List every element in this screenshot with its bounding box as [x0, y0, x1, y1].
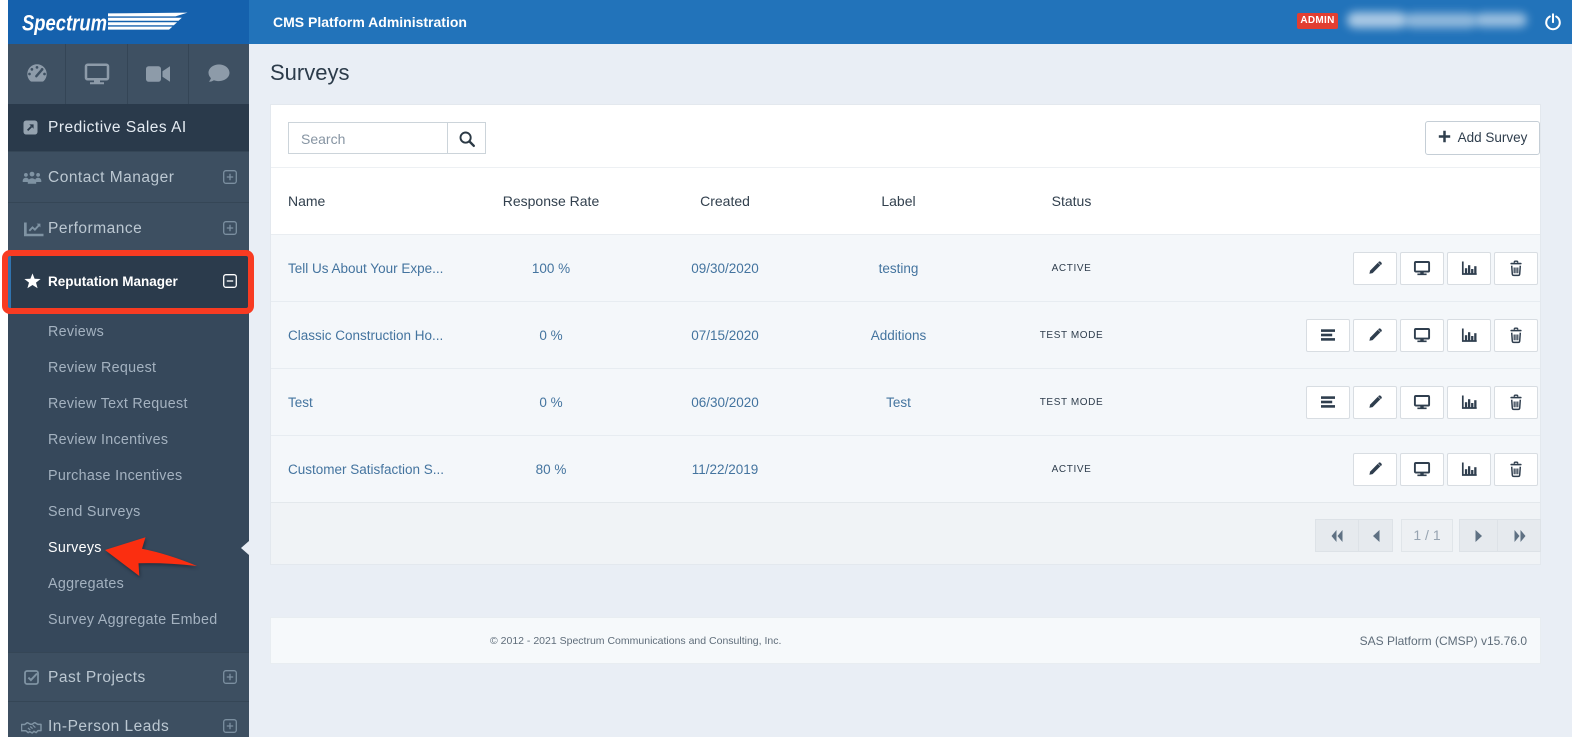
svg-text:Spectrum: Spectrum	[22, 11, 107, 36]
